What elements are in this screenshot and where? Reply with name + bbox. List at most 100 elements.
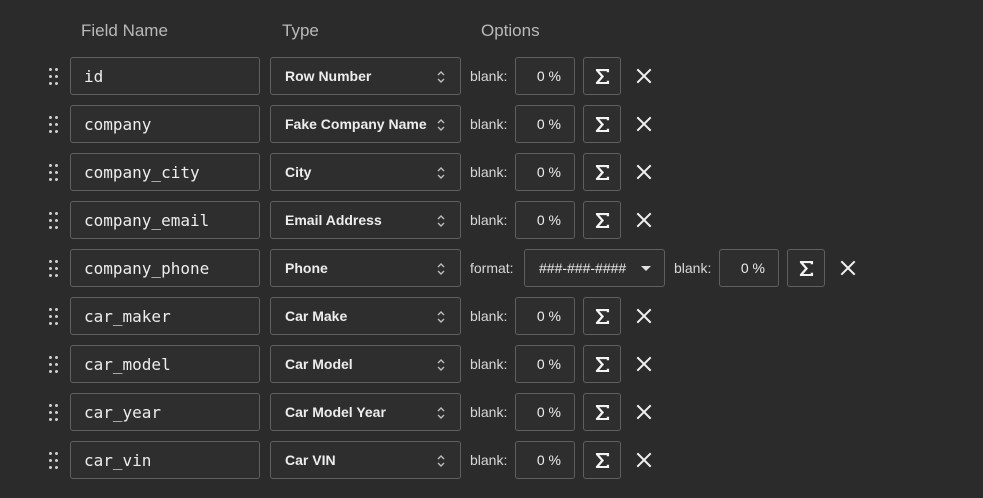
- sigma-icon: [595, 68, 609, 84]
- header-options: Options: [481, 21, 540, 40]
- blank-percent-input[interactable]: 0 %: [515, 57, 575, 95]
- blank-label: blank:: [470, 308, 508, 324]
- field-row: car_vin Car VIN blank: 0 %: [0, 441, 983, 481]
- drag-handle-icon[interactable]: [49, 404, 59, 422]
- format-select[interactable]: ###-###-####: [524, 249, 665, 287]
- caret-down-icon: [641, 266, 651, 271]
- drag-handle-icon[interactable]: [49, 308, 59, 326]
- up-down-chevron-icon: [437, 167, 445, 179]
- formula-button[interactable]: [583, 345, 621, 383]
- up-down-chevron-icon: [437, 407, 445, 419]
- up-down-chevron-icon: [437, 263, 445, 275]
- up-down-chevron-icon: [437, 455, 445, 467]
- type-select-label: City: [285, 164, 312, 180]
- field-row: company Fake Company Name blank: 0 %: [0, 105, 983, 145]
- blank-label: blank:: [470, 212, 508, 228]
- format-select-label: ###-###-####: [539, 260, 627, 276]
- drag-handle-icon[interactable]: [49, 452, 59, 470]
- blank-percent-input[interactable]: 0 %: [719, 249, 779, 287]
- close-icon[interactable]: [840, 260, 856, 276]
- formula-button[interactable]: [787, 249, 825, 287]
- formula-button[interactable]: [583, 393, 621, 431]
- up-down-chevron-icon: [437, 71, 445, 83]
- field-name-input[interactable]: company_city: [70, 153, 260, 191]
- field-name-input[interactable]: company_phone: [70, 249, 260, 287]
- type-select-label: Car Model Year: [285, 404, 386, 420]
- type-select[interactable]: Phone: [270, 249, 461, 287]
- drag-handle-icon[interactable]: [49, 212, 59, 230]
- column-headers: Field Name Type Options: [0, 21, 983, 43]
- sigma-icon: [595, 212, 609, 228]
- blank-percent-input[interactable]: 0 %: [515, 105, 575, 143]
- close-icon[interactable]: [636, 356, 652, 372]
- field-name-input[interactable]: company_email: [70, 201, 260, 239]
- blank-percent-input[interactable]: 0 %: [515, 393, 575, 431]
- drag-handle-icon[interactable]: [49, 116, 59, 134]
- type-select[interactable]: Email Address: [270, 201, 461, 239]
- up-down-chevron-icon: [437, 119, 445, 131]
- field-list: id Row Number blank: 0 % company Fake Company…: [0, 57, 983, 489]
- type-select[interactable]: Car VIN: [270, 441, 461, 479]
- field-row: company_city City blank: 0 %: [0, 153, 983, 193]
- drag-handle-icon[interactable]: [49, 164, 59, 182]
- blank-percent-input[interactable]: 0 %: [515, 297, 575, 335]
- drag-handle-icon[interactable]: [49, 260, 59, 278]
- field-name-input[interactable]: id: [70, 57, 260, 95]
- close-icon[interactable]: [636, 116, 652, 132]
- field-name-input[interactable]: car_year: [70, 393, 260, 431]
- blank-percent-input[interactable]: 0 %: [515, 153, 575, 191]
- type-select[interactable]: Car Make: [270, 297, 461, 335]
- blank-label: blank:: [470, 452, 508, 468]
- type-select-label: Row Number: [285, 68, 372, 84]
- sigma-icon: [799, 260, 813, 276]
- close-icon[interactable]: [636, 308, 652, 324]
- formula-button[interactable]: [583, 201, 621, 239]
- field-row: company_phone Phone format: ###-###-#### bla…: [0, 249, 983, 289]
- formula-button[interactable]: [583, 441, 621, 479]
- close-icon[interactable]: [636, 68, 652, 84]
- blank-label: blank:: [470, 164, 508, 180]
- blank-label: blank:: [470, 356, 508, 372]
- type-select-label: Car VIN: [285, 452, 336, 468]
- close-icon[interactable]: [636, 452, 652, 468]
- field-row: car_maker Car Make blank: 0 %: [0, 297, 983, 337]
- type-select-label: Phone: [285, 260, 328, 276]
- type-select-label: Car Model: [285, 356, 353, 372]
- sigma-icon: [595, 452, 609, 468]
- field-row: car_year Car Model Year blank: 0 %: [0, 393, 983, 433]
- field-name-input[interactable]: car_maker: [70, 297, 260, 335]
- format-label: format:: [470, 260, 514, 276]
- close-icon[interactable]: [636, 164, 652, 180]
- field-row: company_email Email Address blank: 0 %: [0, 201, 983, 241]
- formula-button[interactable]: [583, 105, 621, 143]
- blank-percent-input[interactable]: 0 %: [515, 441, 575, 479]
- field-row: car_model Car Model blank: 0 %: [0, 345, 983, 385]
- blank-label: blank:: [470, 68, 508, 84]
- close-icon[interactable]: [636, 212, 652, 228]
- field-name-input[interactable]: car_vin: [70, 441, 260, 479]
- type-select[interactable]: Car Model Year: [270, 393, 461, 431]
- sigma-icon: [595, 356, 609, 372]
- type-select-label: Email Address: [285, 212, 382, 228]
- header-field-name: Field Name: [81, 21, 168, 40]
- header-type: Type: [282, 21, 319, 40]
- type-select[interactable]: Fake Company Name: [270, 105, 461, 143]
- sigma-icon: [595, 308, 609, 324]
- type-select[interactable]: Car Model: [270, 345, 461, 383]
- drag-handle-icon[interactable]: [49, 356, 59, 374]
- blank-label: blank:: [470, 116, 508, 132]
- field-name-input[interactable]: car_model: [70, 345, 260, 383]
- field-name-input[interactable]: company: [70, 105, 260, 143]
- formula-button[interactable]: [583, 153, 621, 191]
- blank-percent-input[interactable]: 0 %: [515, 345, 575, 383]
- blank-percent-input[interactable]: 0 %: [515, 201, 575, 239]
- field-row: id Row Number blank: 0 %: [0, 57, 983, 97]
- type-select[interactable]: City: [270, 153, 461, 191]
- type-select[interactable]: Row Number: [270, 57, 461, 95]
- formula-button[interactable]: [583, 297, 621, 335]
- formula-button[interactable]: [583, 57, 621, 95]
- close-icon[interactable]: [636, 404, 652, 420]
- sigma-icon: [595, 164, 609, 180]
- drag-handle-icon[interactable]: [49, 68, 59, 86]
- type-select-label: Fake Company Name: [285, 116, 427, 132]
